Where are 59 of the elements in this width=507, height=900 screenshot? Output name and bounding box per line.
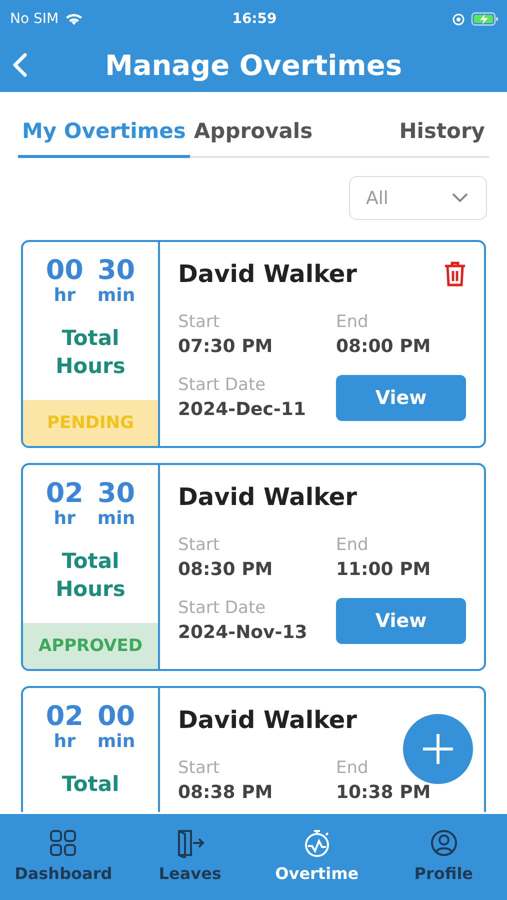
start-label: Start [178,312,220,332]
total-hours-label: Total [60,771,120,798]
start-label: Start [178,535,220,555]
hours-value: 02 [46,479,84,509]
hours-unit: hr [54,509,76,529]
total-hours-label: Total Hours [56,325,126,380]
hours-value: 02 [46,702,84,732]
start-time: 08:30 PM [178,559,273,580]
carrier-label: No SIM [10,11,59,27]
grid-icon [48,828,78,858]
end-label: End [336,535,368,555]
start-date: 2024-Dec-11 [178,399,306,420]
tab[interactable]: My Overtimes [18,92,190,158]
end-time: 11:00 PM [336,559,431,580]
view-button[interactable]: View [336,598,466,644]
tab[interactable]: Approvals [190,92,317,158]
end-label: End [336,312,368,332]
start-time: 07:30 PM [178,336,273,357]
orientation-lock-icon [452,12,465,26]
minutes-value: 30 [97,479,136,509]
end-time: 08:00 PM [336,336,431,357]
wifi-icon [64,12,83,26]
nav-item[interactable]: Profile [380,814,507,900]
view-button[interactable]: View [336,375,466,421]
start-label: Start [178,758,220,778]
tab[interactable]: History [395,92,489,158]
chevron-down-icon [452,193,468,203]
start-date-label: Start Date [178,598,266,618]
minutes-value: 00 [97,702,136,732]
employee-name: David Walker [178,260,357,288]
nav-item[interactable]: Leaves [126,814,254,900]
back-icon[interactable] [10,51,30,79]
end-time: 10:38 PM [336,782,431,803]
battery-icon [470,12,499,26]
status-label: APPROVED [23,623,158,669]
hours-value: 00 [46,256,84,286]
profile-icon [428,828,459,858]
hours-unit: hr [54,286,76,306]
nav-item[interactable]: Overtime [254,814,380,900]
clock-time: 16:59 [232,11,277,27]
screen-title: Manage Overtimes [104,48,402,82]
exit-icon [175,828,206,858]
end-label: End [336,758,368,778]
status-filter-dropdown[interactable]: All [349,176,487,220]
hours-unit: hr [54,732,76,752]
minutes-unit: min [97,732,136,752]
plus-icon [422,733,454,765]
start-date-label: Start Date [178,375,266,395]
minutes-unit: min [97,509,136,529]
minutes-value: 30 [97,256,136,286]
employee-name: David Walker [178,706,357,734]
employee-name: David Walker [178,483,357,511]
trash-icon[interactable] [444,261,466,287]
start-time: 08:38 PM [178,782,273,803]
status-label: PENDING [23,400,158,446]
start-date: 2024-Nov-13 [178,622,308,643]
total-hours-label: Total Hours [56,548,126,603]
nav-item[interactable]: Dashboard [0,814,127,900]
minutes-unit: min [97,286,136,306]
